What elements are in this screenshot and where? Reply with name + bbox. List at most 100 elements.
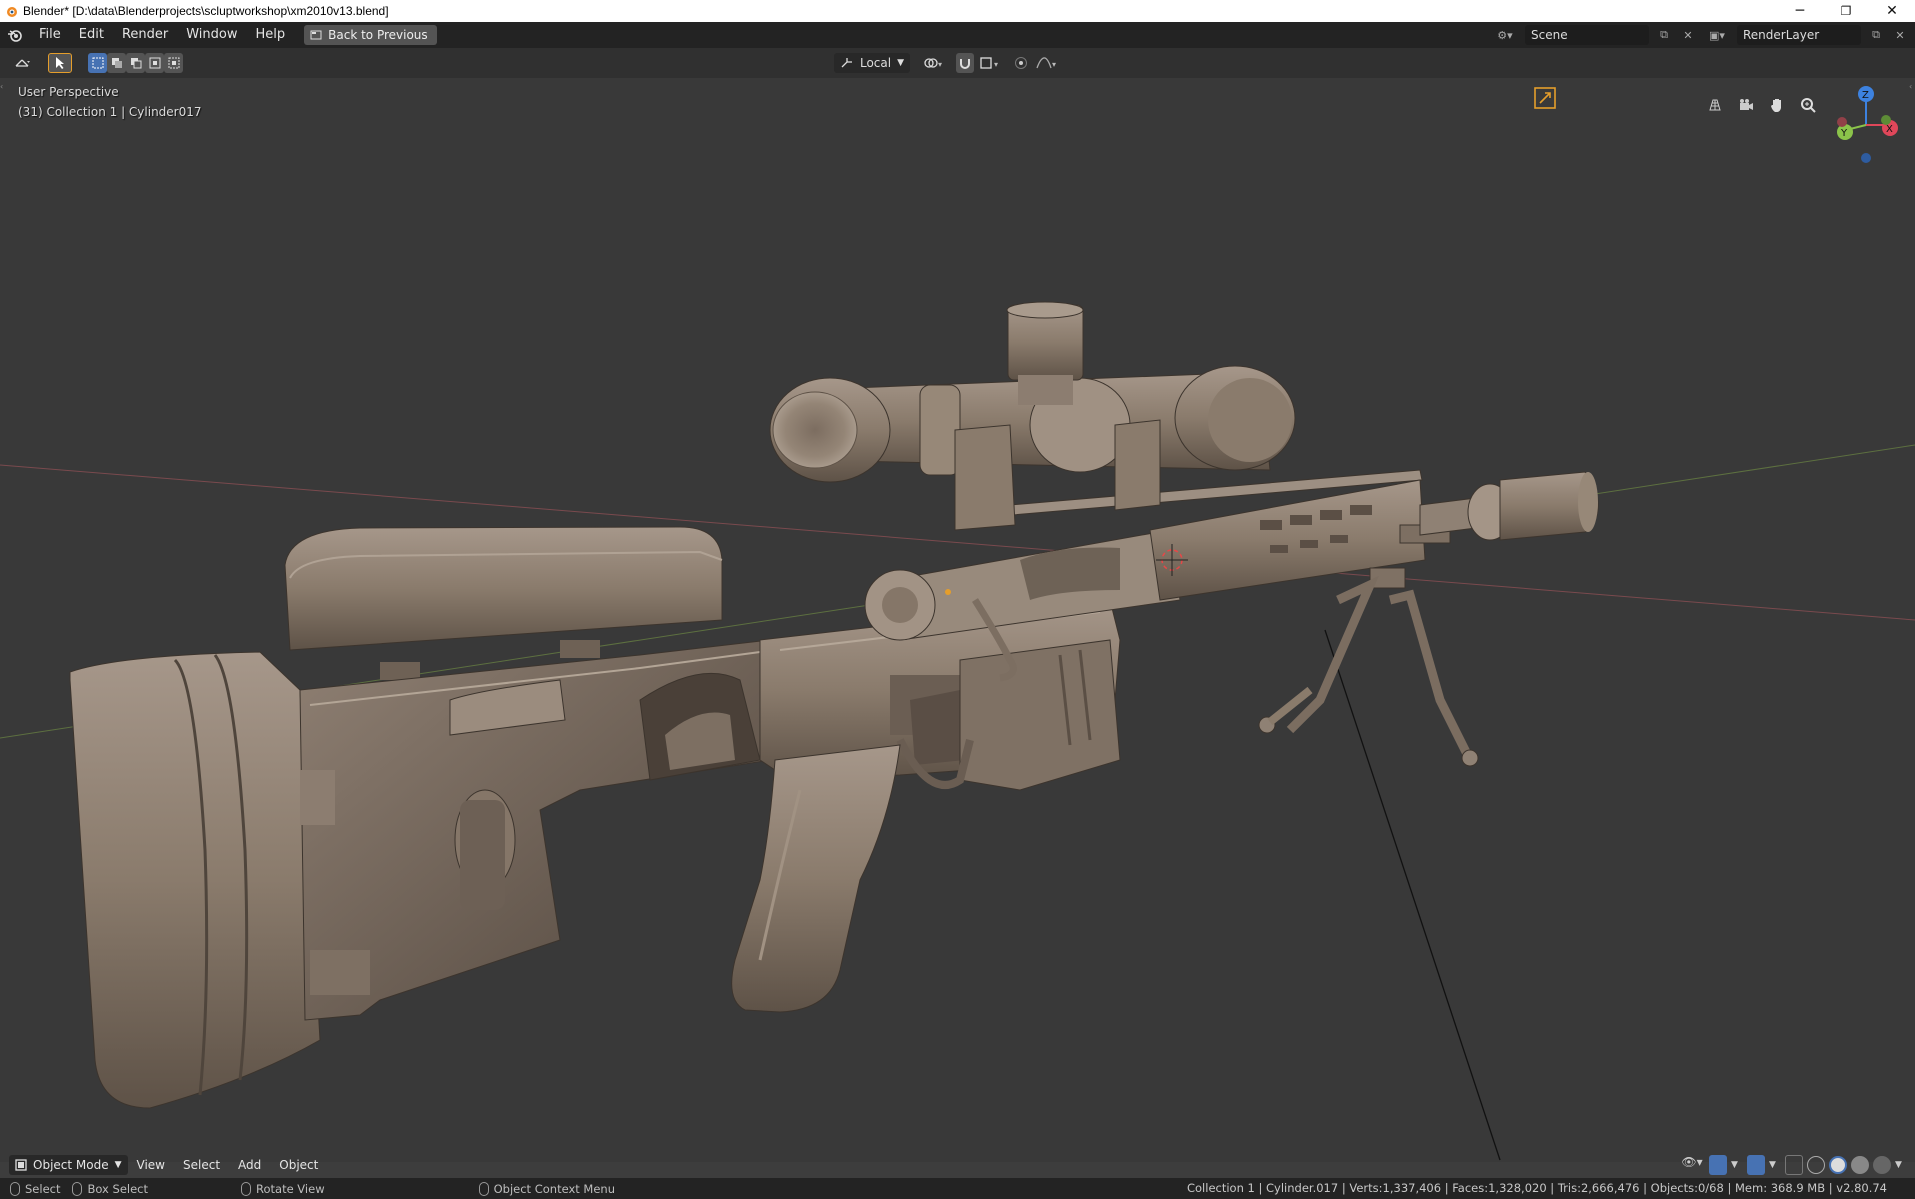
object-mode-icon: [15, 1159, 27, 1171]
new-layer-icon[interactable]: ⧉: [1867, 26, 1885, 44]
zoom-icon[interactable]: [1795, 92, 1820, 117]
delete-scene-icon[interactable]: ✕: [1679, 26, 1697, 44]
back-to-previous-label: Back to Previous: [328, 28, 428, 42]
camera-icon[interactable]: [1733, 92, 1758, 117]
transform-orientation-select[interactable]: Local ▼: [834, 53, 910, 73]
mode-new-selection[interactable]: [88, 53, 107, 73]
menu-file[interactable]: File: [30, 22, 70, 48]
mouse-middle-icon: [241, 1181, 251, 1196]
shading-rendered-icon[interactable]: [1873, 1156, 1891, 1174]
orientation-value: Local: [859, 56, 892, 70]
menu-add[interactable]: Add: [229, 1158, 270, 1172]
select-new-icon: [92, 57, 103, 69]
scene-icon[interactable]: ⚙▾: [1491, 26, 1519, 44]
menu-object[interactable]: Object: [270, 1158, 327, 1172]
toggle-perspective-icon[interactable]: [1702, 92, 1727, 117]
status-hint-select: Select: [10, 1181, 61, 1196]
mode-value: Object Mode: [33, 1158, 109, 1172]
interaction-mode-select[interactable]: Object Mode ▼: [9, 1155, 128, 1175]
hint-label: Select: [25, 1181, 61, 1196]
select-extend-icon: [111, 58, 122, 68]
scene-selector-group: ⚙▾ Scene ⧉ ✕ ▣▾ RenderLayer ⧉ ✕: [1491, 22, 1915, 48]
mode-intersect-selection[interactable]: [164, 53, 183, 73]
gizmo-toggle-icon[interactable]: [1709, 1155, 1727, 1175]
viewport-shading-group: 👁▾ ▼ ▼ ▼: [1679, 1155, 1907, 1175]
shading-material-icon[interactable]: [1851, 1156, 1869, 1174]
shading-dropdown-icon[interactable]: ▼: [1895, 1155, 1907, 1175]
delete-layer-icon[interactable]: ✕: [1891, 26, 1909, 44]
gizmo-z-label: Z: [1862, 90, 1869, 101]
menu-edit[interactable]: Edit: [70, 22, 113, 48]
mouse-drag-icon: [72, 1181, 83, 1196]
navigation-gizmo[interactable]: Z Y X: [1837, 86, 1898, 163]
mode-subtract-selection[interactable]: [126, 53, 145, 73]
shading-wireframe-icon[interactable]: [1807, 1156, 1825, 1174]
hint-label: Rotate View: [256, 1181, 325, 1196]
snap-increment-icon: ▾: [980, 57, 998, 69]
visibility-eye-icon[interactable]: 👁▾: [1679, 1155, 1705, 1175]
status-hint-context-menu: Object Context Menu: [478, 1181, 615, 1196]
hint-label: Object Context Menu: [493, 1181, 615, 1196]
proportional-edit-button[interactable]: [1012, 53, 1030, 73]
3d-viewport[interactable]: User Perspective (31) Collection 1 | Cyl…: [0, 78, 1915, 1162]
viewport-nav-icons: [1702, 92, 1820, 117]
select-intersect-icon: [168, 57, 179, 69]
mouse-right-icon: [478, 1181, 489, 1196]
menu-select[interactable]: Select: [174, 1158, 229, 1172]
hint-label: Box Select: [87, 1181, 148, 1196]
scene-statistics: Collection 1 | Cylinder.017 | Verts:1,33…: [1186, 1181, 1887, 1195]
svg-text:▾: ▾: [938, 60, 942, 69]
xray-toggle-icon[interactable]: [1785, 1155, 1803, 1175]
render-layer-name: RenderLayer: [1743, 28, 1820, 42]
scene-name-field[interactable]: Scene: [1525, 25, 1649, 45]
close-button[interactable]: ✕: [1869, 0, 1915, 22]
snap-target-button[interactable]: ▾: [976, 53, 1004, 73]
overlay-dropdown-icon[interactable]: ▼: [1769, 1155, 1781, 1175]
tool-header: Local ▼ ▾ ▾ ▾: [0, 48, 1915, 78]
status-hint-box-select: Box Select: [72, 1181, 148, 1196]
restore-button[interactable]: ❐: [1823, 0, 1869, 22]
minimize-button[interactable]: ─: [1777, 0, 1823, 22]
render-layer-field[interactable]: RenderLayer: [1737, 25, 1861, 45]
editor-type-button[interactable]: [8, 53, 38, 73]
new-scene-icon[interactable]: ⧉: [1655, 26, 1673, 44]
cursor-arrow-icon: [56, 57, 64, 69]
status-bar: Select Box Select Rotate View Object Con…: [0, 1178, 1915, 1199]
camera-line: [1324, 629, 1501, 1161]
pivot-point-button[interactable]: ▾: [918, 53, 948, 73]
magnet-icon: [960, 59, 970, 69]
bottom-header: Object Mode ▼ View Select Add Object 👁▾ …: [0, 1152, 1915, 1178]
status-hint-rotate-view: Rotate View: [241, 1181, 325, 1196]
snap-toggle-button[interactable]: [956, 53, 974, 73]
gizmo-x-label: X: [1886, 124, 1893, 135]
render-layer-icon[interactable]: ▣▾: [1703, 26, 1731, 44]
sidebar-toggle-right-icon[interactable]: ‹: [1909, 82, 1915, 92]
sidebar-toggle-left-icon[interactable]: ‹: [0, 82, 6, 92]
overlay-toggle-icon[interactable]: [1747, 1155, 1765, 1175]
falloff-button[interactable]: ▾: [1032, 53, 1062, 73]
hand-pan-icon[interactable]: [1764, 92, 1789, 117]
proportional-edit-icon: [1015, 57, 1027, 69]
blender-app-icon: [7, 7, 17, 17]
back-to-previous-button[interactable]: Back to Previous: [304, 25, 437, 45]
window-title: Blender* [D:\data\Blenderprojects\sclupt…: [23, 4, 389, 18]
mode-invert-selection[interactable]: [145, 53, 164, 73]
menu-view[interactable]: View: [128, 1158, 174, 1172]
bipod: [1258, 567, 1479, 767]
blender-logo-icon[interactable]: [0, 22, 30, 48]
svg-text:▾: ▾: [994, 60, 998, 69]
mode-extend-selection[interactable]: [107, 53, 126, 73]
menu-window[interactable]: Window: [177, 22, 246, 48]
shading-solid-icon[interactable]: [1829, 1156, 1847, 1174]
chevron-down-icon: ▼: [114, 1160, 122, 1170]
gizmo-dropdown-icon[interactable]: ▼: [1731, 1155, 1743, 1175]
pistol-grip: [731, 744, 901, 1013]
buttstock-pad: [69, 651, 321, 1109]
scene-name: Scene: [1531, 28, 1568, 42]
menu-render[interactable]: Render: [113, 22, 177, 48]
chevron-down-icon: ▼: [897, 58, 904, 68]
gizmo-y-label: Y: [1840, 128, 1848, 139]
select-tool-button[interactable]: [48, 53, 72, 73]
menu-help[interactable]: Help: [247, 22, 295, 48]
top-bar: File Edit Render Window Help Back to Pre…: [0, 22, 1915, 48]
